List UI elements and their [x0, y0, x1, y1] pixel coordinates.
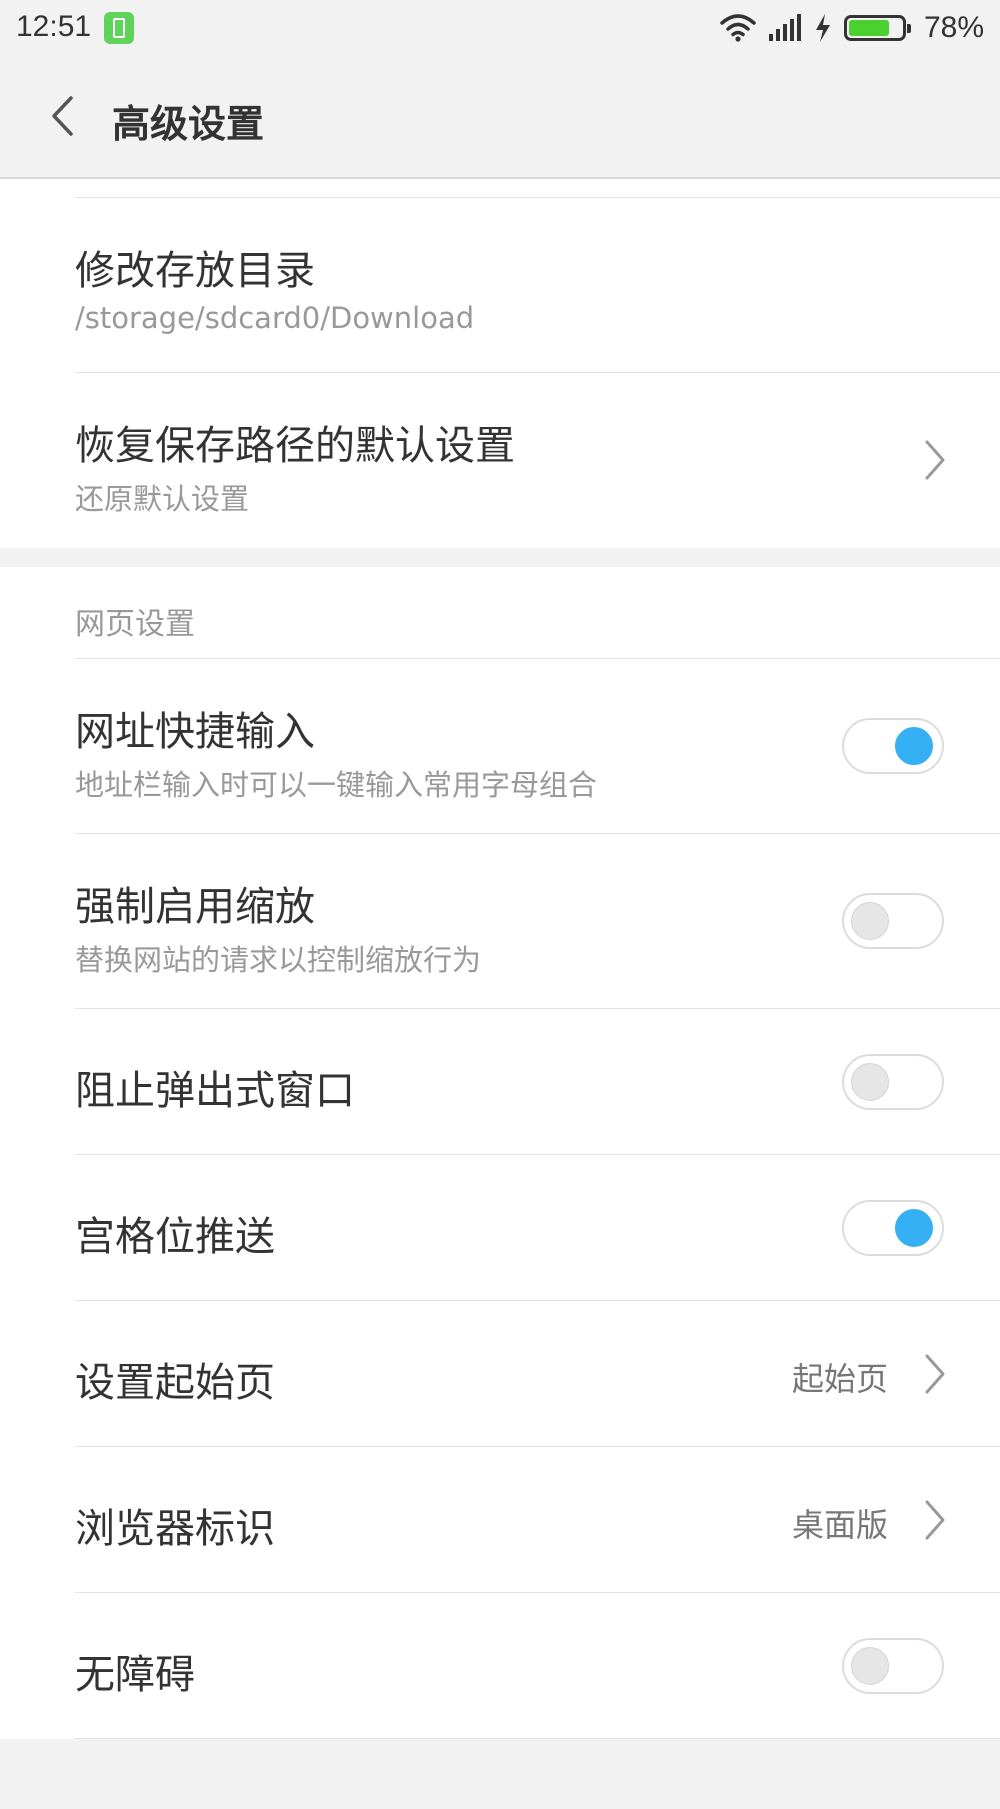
- section-header: 网页设置: [75, 567, 1000, 659]
- toggle-knob: [895, 727, 933, 765]
- chevron-left-icon: [52, 96, 73, 136]
- section-gap: [0, 548, 1000, 567]
- status-bar: 12:51 78%: [0, 0, 1000, 57]
- item-subtitle: 地址栏输入时可以一键输入常用字母组合: [75, 768, 598, 802]
- title-bar: 高级设置: [0, 57, 1000, 179]
- item-subtitle: 还原默认设置: [75, 482, 250, 516]
- bottom-strip: [0, 1739, 1000, 1809]
- page-title: 高级设置: [112, 102, 265, 146]
- restore-default-path-item[interactable]: 恢复保存路径的默认设置 还原默认设置: [75, 373, 1000, 548]
- toggle-knob: [851, 902, 889, 940]
- grid-push-toggle[interactable]: [842, 1200, 944, 1256]
- accessibility-toggle[interactable]: [842, 1638, 944, 1694]
- divider: [75, 179, 1000, 198]
- accessibility-item[interactable]: 无障碍: [75, 1593, 1000, 1739]
- battery-app-icon: [104, 12, 134, 44]
- block-popups-toggle[interactable]: [842, 1054, 944, 1110]
- item-value: 起始页: [791, 1360, 888, 1398]
- toggle-knob: [895, 1209, 933, 1247]
- grid-push-item[interactable]: 宫格位推送: [75, 1155, 1000, 1301]
- status-time: 12:51: [16, 10, 92, 43]
- url-quick-input-item[interactable]: 网址快捷输入 地址栏输入时可以一键输入常用字母组合: [75, 659, 1000, 834]
- back-button[interactable]: [40, 90, 84, 142]
- signal-icon: [768, 14, 801, 41]
- item-title: 无障碍: [75, 1652, 195, 1698]
- item-title: 阻止弹出式窗口: [75, 1068, 355, 1114]
- item-title: 网址快捷输入: [75, 709, 315, 755]
- web-settings-card: 网页设置 网址快捷输入 地址栏输入时可以一键输入常用字母组合 强制启用缩放 替换…: [0, 567, 1000, 1739]
- force-zoom-toggle[interactable]: [842, 893, 944, 949]
- charging-icon: [815, 14, 830, 42]
- battery-percent: 78%: [923, 11, 984, 44]
- chevron-right-icon: [925, 1354, 945, 1394]
- chevron-right-icon: [925, 1500, 945, 1540]
- battery-icon: [843, 15, 911, 41]
- battery-level: [848, 20, 889, 36]
- url-quick-input-toggle[interactable]: [842, 718, 944, 774]
- settings-content: 修改存放目录 /storage/sdcard0/Download 恢复保存路径的…: [0, 179, 1000, 1809]
- item-title: 宫格位推送: [75, 1214, 275, 1260]
- item-value: 桌面版: [791, 1506, 888, 1544]
- item-title: 恢复保存路径的默认设置: [75, 423, 515, 469]
- block-popups-item[interactable]: 阻止弹出式窗口: [75, 1009, 1000, 1155]
- toggle-knob: [851, 1063, 889, 1101]
- change-storage-dir-item[interactable]: 修改存放目录 /storage/sdcard0/Download: [75, 198, 1000, 373]
- force-zoom-item[interactable]: 强制启用缩放 替换网站的请求以控制缩放行为: [75, 834, 1000, 1009]
- chevron-right-icon: [925, 440, 945, 480]
- item-title: 修改存放目录: [75, 248, 315, 294]
- status-icons: 78%: [720, 8, 984, 48]
- item-title: 强制启用缩放: [75, 884, 315, 930]
- section-header-label: 网页设置: [75, 607, 195, 642]
- storage-card: 修改存放目录 /storage/sdcard0/Download 恢复保存路径的…: [0, 179, 1000, 548]
- item-subtitle: 替换网站的请求以控制缩放行为: [75, 943, 482, 977]
- toggle-knob: [851, 1647, 889, 1685]
- set-start-page-item[interactable]: 设置起始页 起始页: [75, 1301, 1000, 1447]
- item-subtitle: /storage/sdcard0/Download: [75, 301, 475, 335]
- wifi-icon: [720, 14, 756, 42]
- browser-ua-item[interactable]: 浏览器标识 桌面版: [75, 1447, 1000, 1593]
- item-title: 浏览器标识: [75, 1506, 275, 1552]
- item-title: 设置起始页: [75, 1360, 275, 1406]
